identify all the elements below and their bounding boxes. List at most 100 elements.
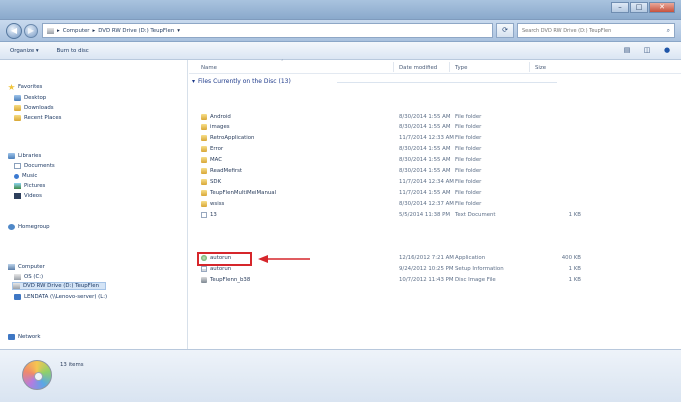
music-icon xyxy=(14,173,19,179)
preview-pane-icon[interactable]: ◫ xyxy=(641,45,653,56)
table-row[interactable]: autorun 9/24/2012 10:25 PM Setup Informa… xyxy=(189,264,659,274)
nav-libraries[interactable]: Libraries xyxy=(8,152,41,160)
title-bar: – □ ✕ xyxy=(0,0,681,20)
folder-icon xyxy=(201,201,207,207)
nav-os-drive[interactable]: OS (C:) xyxy=(14,273,43,281)
nav-desktop[interactable]: Desktop xyxy=(14,94,46,102)
dvd-disc-icon xyxy=(22,360,52,390)
column-separator[interactable] xyxy=(449,62,450,72)
column-separator[interactable] xyxy=(393,62,394,72)
nav-downloads[interactable]: Downloads xyxy=(14,104,54,112)
table-row[interactable]: RetroApplication 11/7/2014 12:33 AM File… xyxy=(189,133,659,143)
collapse-group-icon[interactable]: ▾ xyxy=(192,78,195,85)
file-name-cell: TeupFlenn_b38 xyxy=(201,277,250,283)
search-box[interactable]: ⌕ xyxy=(517,23,675,38)
videos-icon xyxy=(14,193,21,199)
file-name-cell: TeupFlenMultiMeiManual xyxy=(201,190,276,196)
file-name: 13 xyxy=(210,212,217,218)
table-row[interactable]: 13 5/5/2014 11:38 PM Text Document 1 KB xyxy=(189,210,659,220)
file-name: images xyxy=(210,124,230,130)
file-type: File folder xyxy=(455,135,482,141)
command-bar: Organize ▾ Burn to disc ▤ ◫ ● xyxy=(0,42,681,60)
breadcrumb-computer[interactable]: Computer xyxy=(63,28,90,34)
nav-favorites[interactable]: Favorites xyxy=(8,83,42,91)
column-header-date[interactable]: Date modified xyxy=(399,65,437,71)
group-header[interactable]: ▾ Files Currently on the Disc (13) xyxy=(192,78,291,85)
highlight-box xyxy=(197,252,252,266)
column-header-name[interactable]: Name xyxy=(201,65,217,71)
chevron-right-icon[interactable]: ▸ xyxy=(57,28,60,34)
file-size: 1 KB xyxy=(568,212,581,218)
folder-icon xyxy=(201,190,207,196)
search-icon: ⌕ xyxy=(666,26,670,34)
chevron-down-icon[interactable]: ▾ xyxy=(177,28,180,34)
views-icon[interactable]: ▤ xyxy=(621,45,633,56)
nav-label: Recent Places xyxy=(24,115,62,121)
minimize-button[interactable]: – xyxy=(611,2,629,13)
burn-to-disc-button[interactable]: Burn to disc xyxy=(57,48,89,54)
table-row[interactable]: TeupFlenn_b38 10/7/2012 11:43 PM Disc Im… xyxy=(189,275,659,285)
table-row[interactable]: TeupFlenMultiMeiManual 11/7/2014 1:55 AM… xyxy=(189,188,659,198)
file-name: Error xyxy=(210,146,224,152)
column-header-type[interactable]: Type xyxy=(455,65,467,71)
column-separator[interactable] xyxy=(529,62,530,72)
nav-label: DVD RW Drive (D:) TeupFlen xyxy=(23,283,100,289)
file-date: 8/30/2014 1:55 AM xyxy=(399,168,451,174)
table-row[interactable]: SDK 11/7/2014 12:34 AM File folder xyxy=(189,177,659,187)
nav-label: Homegroup xyxy=(18,224,50,230)
nav-recent-places[interactable]: Recent Places xyxy=(14,114,61,122)
table-row[interactable]: images 8/30/2014 1:55 AM File folder xyxy=(189,122,659,132)
file-type: File folder xyxy=(455,124,482,130)
refresh-button[interactable]: ⟳ xyxy=(496,23,514,38)
organize-button[interactable]: Organize ▾ xyxy=(10,48,39,54)
file-name-cell: SDK xyxy=(201,179,221,185)
file-type: File folder xyxy=(455,114,482,120)
nav-label: OS (C:) xyxy=(24,274,44,280)
file-list: Name ˆ Date modified Type Size ▾ Files C… xyxy=(189,60,681,349)
nav-dvd-drive[interactable]: DVD RW Drive (D:) TeupFlen xyxy=(12,282,107,290)
table-row[interactable]: Android 8/30/2014 1:55 AM File folder xyxy=(189,112,659,122)
nav-network[interactable]: Network xyxy=(8,333,41,341)
desktop-icon xyxy=(14,95,21,101)
file-type: File folder xyxy=(455,190,482,196)
address-box[interactable]: ▸ Computer ▸ DVD RW Drive (D:) TeupFlen … xyxy=(42,23,493,38)
nav-pictures[interactable]: Pictures xyxy=(14,182,45,190)
back-button[interactable]: ◀ xyxy=(6,23,22,39)
file-type: File folder xyxy=(455,201,482,207)
item-count: 13 items xyxy=(60,362,84,368)
table-row[interactable]: MAC 8/30/2014 1:55 AM File folder xyxy=(189,155,659,165)
file-name-cell: autorun xyxy=(201,266,231,272)
table-row[interactable]: ReadMefirst 8/30/2014 1:55 AM File folde… xyxy=(189,166,659,176)
folder-icon xyxy=(201,146,207,152)
group-label: Files Currently on the Disc (13) xyxy=(198,78,291,85)
file-type: Application xyxy=(455,255,486,261)
column-headers: Name ˆ Date modified Type Size xyxy=(189,60,681,74)
recent-places-icon xyxy=(14,115,21,121)
close-button[interactable]: ✕ xyxy=(649,2,675,13)
nav-videos[interactable]: Videos xyxy=(14,192,42,200)
nav-lenovo-drive[interactable]: LENDATA (\\Lenovo-server) (L:) xyxy=(14,293,107,301)
file-date: 11/7/2014 12:34 AM xyxy=(399,179,454,185)
dvd-drive-icon xyxy=(13,283,20,289)
maximize-button[interactable]: □ xyxy=(630,2,648,13)
file-name-cell: wsiss xyxy=(201,201,224,207)
file-name-cell: Android xyxy=(201,114,231,120)
forward-button[interactable]: ▶ xyxy=(24,24,38,38)
file-name-cell: MAC xyxy=(201,157,222,163)
search-input[interactable] xyxy=(522,27,662,34)
network-icon xyxy=(8,334,15,340)
table-row[interactable]: Error 8/30/2014 1:55 AM File folder xyxy=(189,144,659,154)
red-arrow-icon xyxy=(258,255,310,263)
nav-music[interactable]: Music xyxy=(14,172,37,180)
file-name-cell: 13 xyxy=(201,212,217,218)
star-icon xyxy=(8,84,15,90)
help-icon[interactable]: ● xyxy=(661,45,673,56)
breadcrumb-dvd-drive[interactable]: DVD RW Drive (D:) TeupFlen xyxy=(98,28,174,34)
chevron-right-icon[interactable]: ▸ xyxy=(93,28,96,34)
column-header-size[interactable]: Size xyxy=(535,65,546,71)
nav-label: Computer xyxy=(18,264,45,270)
nav-computer[interactable]: Computer xyxy=(8,263,45,271)
table-row[interactable]: wsiss 8/30/2014 12:37 AM File folder xyxy=(189,199,659,209)
nav-homegroup[interactable]: Homegroup xyxy=(8,223,50,231)
nav-documents[interactable]: Documents xyxy=(14,162,55,170)
